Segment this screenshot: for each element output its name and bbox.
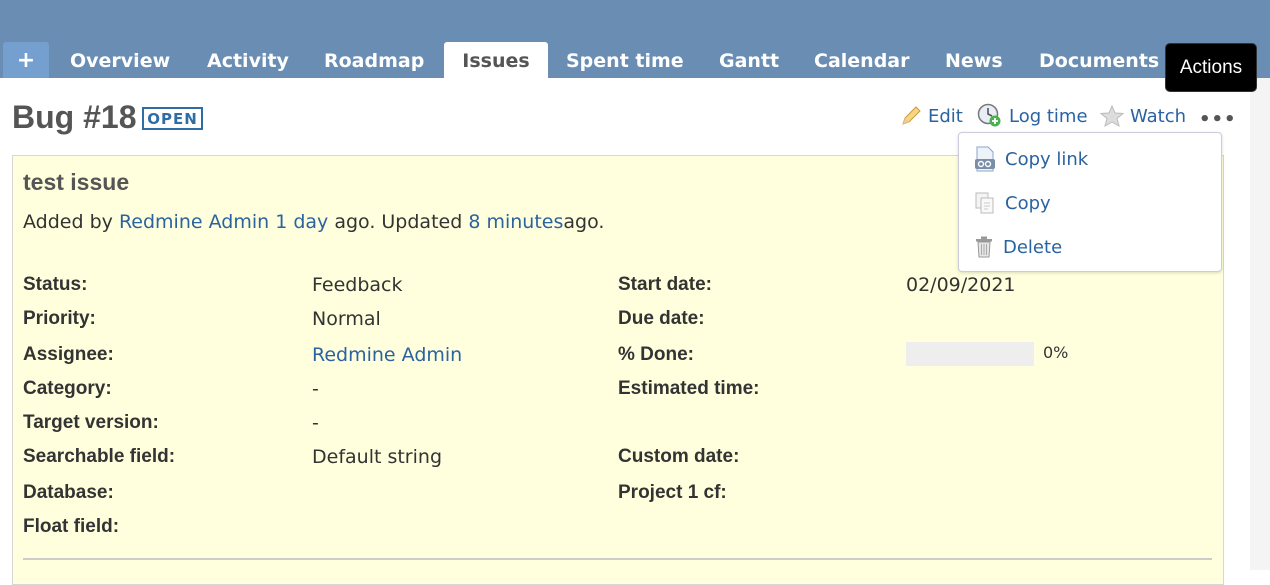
- clock-icon: [977, 103, 1001, 127]
- updated-text: ago. Updated: [334, 211, 463, 233]
- log-time-label: Log time: [1009, 105, 1088, 127]
- done-progress-bar: [906, 342, 1034, 366]
- edit-button[interactable]: Edit: [900, 104, 963, 128]
- status-value: Feedback: [312, 274, 403, 296]
- new-object-tab[interactable]: +: [3, 42, 49, 78]
- copy-link-label: Copy link: [1005, 148, 1089, 170]
- copy-link-menu-item[interactable]: Copy link: [973, 145, 1088, 173]
- estimated-time-label: Estimated time:: [618, 378, 760, 399]
- tab-roadmap[interactable]: Roadmap: [324, 42, 424, 78]
- issue-author-line: Added by Redmine Admin 1 day ago. Update…: [23, 211, 604, 233]
- due-date-label: Due date:: [618, 308, 705, 329]
- status-badge: OPEN: [142, 107, 203, 130]
- searchable-field-label: Searchable field:: [23, 446, 176, 467]
- more-actions-button[interactable]: •••: [1199, 109, 1237, 130]
- target-version-value: -: [312, 412, 319, 434]
- issue-title: Bug #18: [12, 99, 137, 135]
- category-label: Category:: [23, 378, 112, 399]
- edit-label: Edit: [928, 105, 963, 127]
- database-label: Database:: [23, 482, 114, 503]
- created-ago-link[interactable]: 1 day: [275, 211, 328, 233]
- delete-menu-item[interactable]: Delete: [973, 233, 1062, 261]
- percent-done-label: % Done:: [618, 344, 694, 365]
- tab-gantt[interactable]: Gantt: [719, 42, 779, 78]
- pencil-icon: [902, 106, 921, 125]
- category-value: -: [312, 378, 319, 400]
- copy-menu-item[interactable]: Copy: [973, 189, 1051, 217]
- status-label: Status:: [23, 274, 88, 295]
- page-scrollbar[interactable]: [1250, 78, 1270, 570]
- tab-issues[interactable]: Issues: [444, 42, 548, 78]
- start-date-label: Start date:: [618, 274, 712, 295]
- author-link[interactable]: Redmine Admin: [119, 211, 269, 233]
- float-field-label: Float field:: [23, 516, 120, 537]
- tab-news[interactable]: News: [945, 42, 1003, 78]
- updated-ago-link[interactable]: 8 minutes: [468, 211, 563, 233]
- author-line-suffix: ago.: [563, 211, 605, 233]
- tab-activity[interactable]: Activity: [207, 42, 289, 78]
- details-separator: [23, 558, 1212, 560]
- tab-overview[interactable]: Overview: [70, 42, 170, 78]
- tab-spent-time[interactable]: Spent time: [566, 42, 684, 78]
- actions-dropdown-menu: Copy link Copy Delete: [958, 132, 1222, 272]
- delete-label: Delete: [1003, 236, 1063, 258]
- copy-label: Copy: [1005, 192, 1051, 214]
- custom-date-label: Custom date:: [618, 446, 740, 467]
- tab-documents[interactable]: Documents: [1039, 42, 1159, 78]
- added-by-label: Added by: [23, 211, 113, 233]
- start-date-value: 02/09/2021: [906, 274, 1016, 296]
- copy-icon: [975, 192, 994, 214]
- priority-label: Priority:: [23, 308, 96, 329]
- watch-label: Watch: [1130, 105, 1187, 127]
- assignee-link[interactable]: Redmine Admin: [312, 344, 462, 366]
- tab-calendar[interactable]: Calendar: [814, 42, 909, 78]
- main-menu-tabs: + Overview Activity Roadmap Issues Spent…: [0, 42, 1270, 78]
- watch-button[interactable]: Watch: [1100, 104, 1186, 128]
- assignee-label: Assignee:: [23, 344, 114, 365]
- star-icon: [1100, 105, 1124, 127]
- target-version-label: Target version:: [23, 412, 159, 433]
- copy-link-icon: [975, 146, 995, 172]
- actions-tooltip: Actions: [1165, 43, 1257, 92]
- percent-done-value: 0%: [1043, 343, 1069, 362]
- log-time-button[interactable]: Log time: [977, 103, 1088, 128]
- project-cf-label: Project 1 cf:: [618, 482, 727, 503]
- trash-icon: [976, 236, 992, 258]
- searchable-field-value: Default string: [312, 446, 443, 468]
- priority-value: Normal: [312, 308, 381, 330]
- issue-subject: test issue: [23, 169, 130, 195]
